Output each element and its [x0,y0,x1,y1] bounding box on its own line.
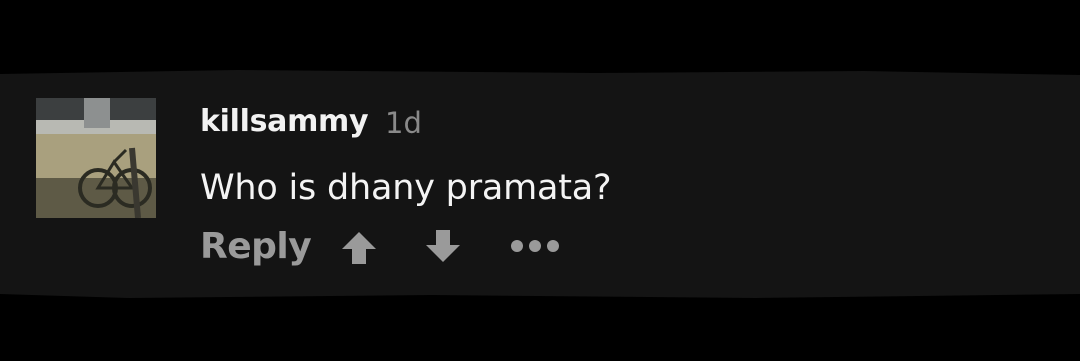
arrow-down-icon [426,230,460,262]
arrow-up-icon [342,232,376,264]
comment-body: Who is dhany pramata? [200,168,612,208]
comment-timestamp: 1d [385,106,422,140]
bicycle-photo-avatar-icon [36,98,156,218]
more-dots-icon [511,240,559,252]
reply-button[interactable]: Reply [200,226,312,267]
more-options-button[interactable] [510,238,560,254]
comment-username[interactable]: killsammy [200,104,369,139]
page: killsammy 1d Who is dhany pramata? Reply [0,0,1080,361]
upvote-button[interactable] [340,230,378,266]
avatar[interactable] [36,98,156,218]
downvote-button[interactable] [424,228,462,264]
